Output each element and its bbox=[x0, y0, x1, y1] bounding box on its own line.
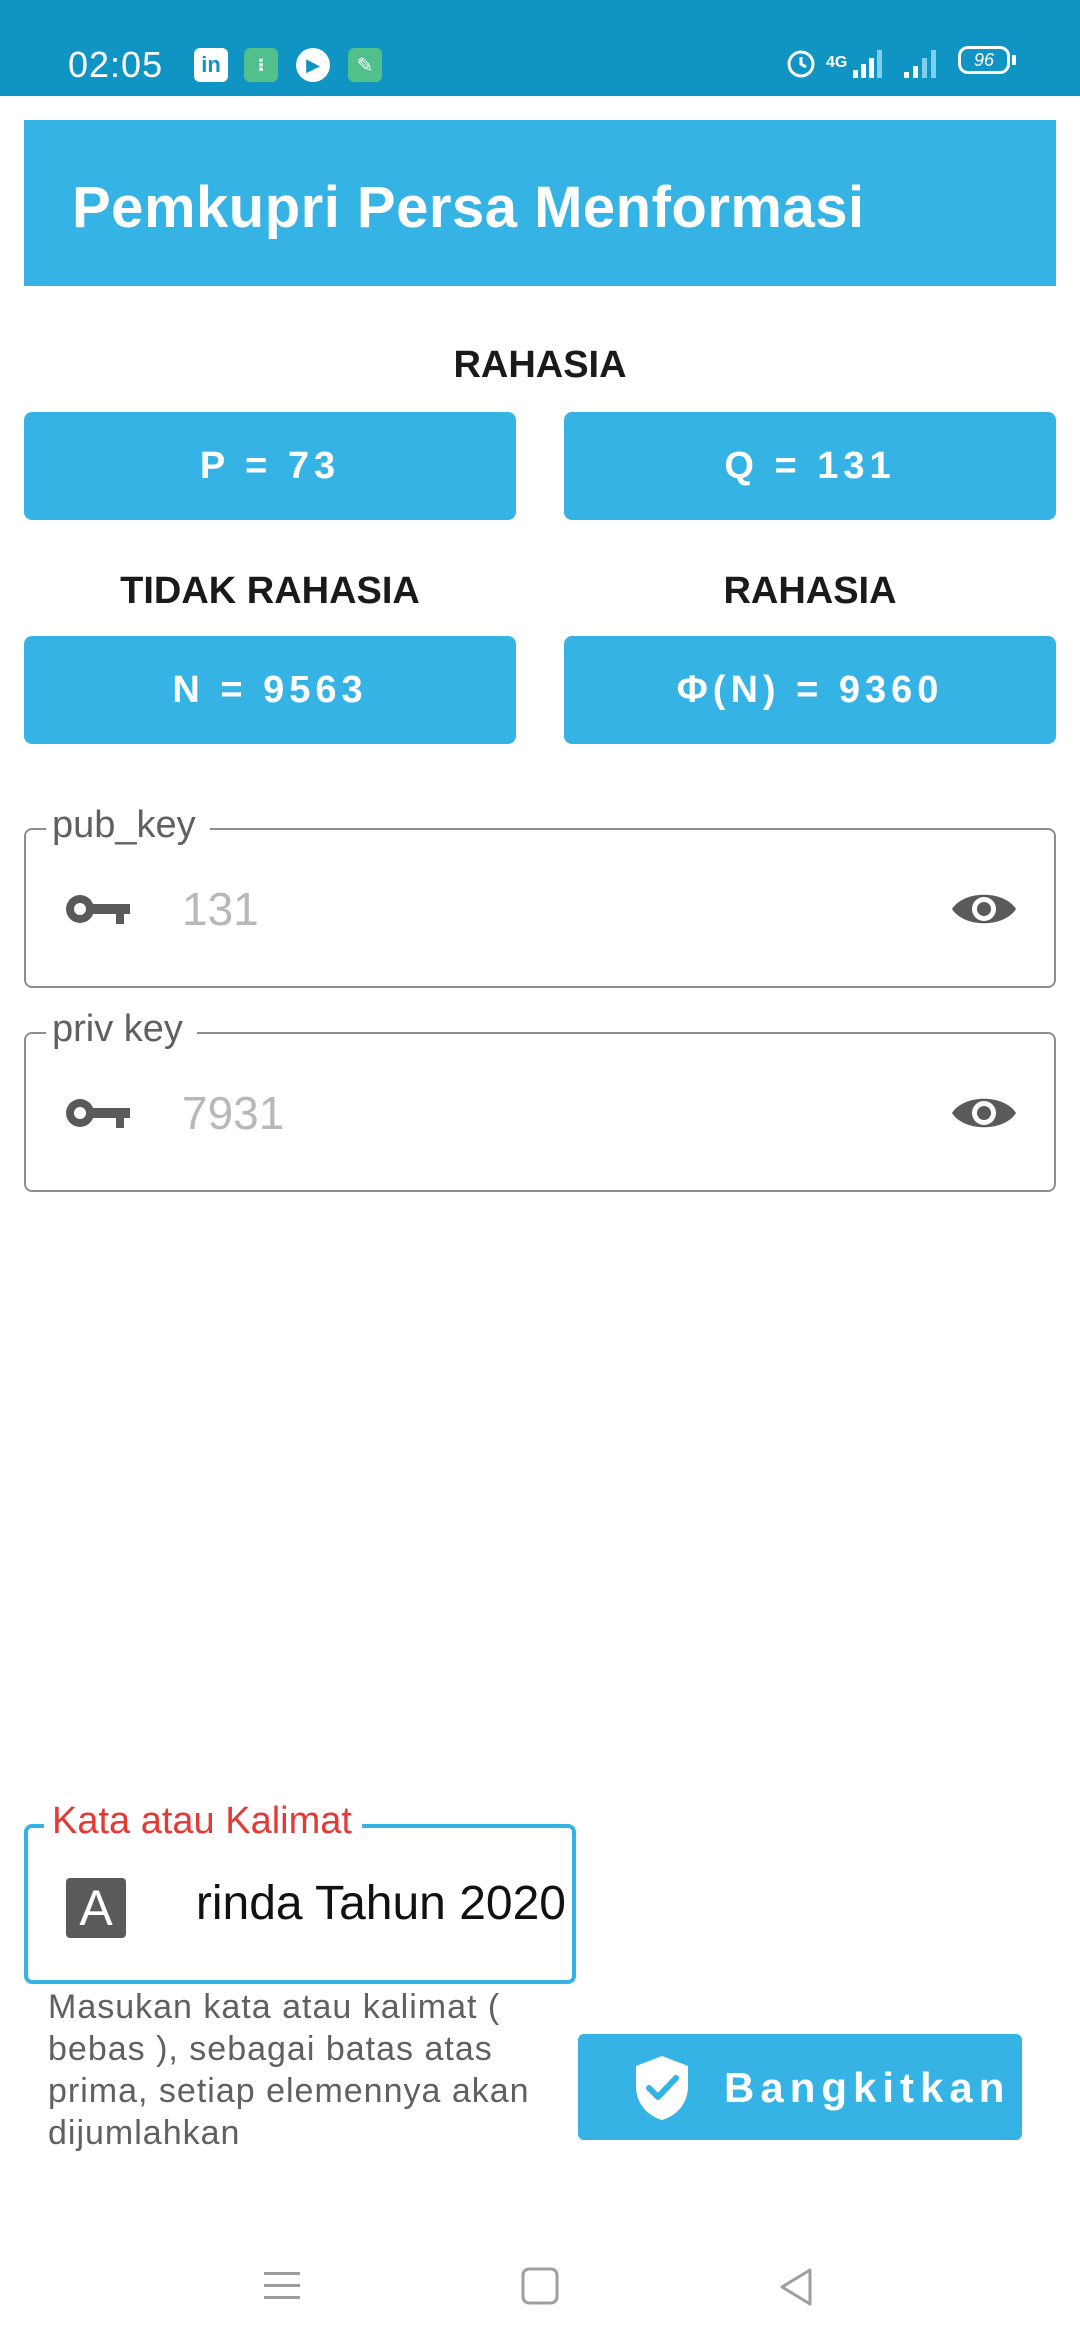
battery-icon: 96 bbox=[958, 46, 1016, 74]
system-nav-bar bbox=[0, 2220, 1080, 2340]
helper-text: Masukan kata atau kalimat ( bebas ), seb… bbox=[48, 1988, 530, 2152]
app-bar: Pemkupri Persa Menformasi bbox=[24, 120, 1056, 286]
app-title: Pemkupri Persa Menformasi bbox=[72, 175, 865, 240]
generate-button-label: Bangkitkan bbox=[724, 2064, 1011, 2111]
network-type: 4G bbox=[826, 54, 848, 71]
key-icon bbox=[62, 1088, 134, 1143]
status-time: 02:05 bbox=[68, 44, 164, 85]
calculator-app-icon: ⁝ bbox=[244, 48, 278, 82]
visibility-toggle-icon[interactable] bbox=[950, 1088, 1018, 1143]
chat-app-icon: ✎ bbox=[348, 48, 382, 82]
not-secret-label: TIDAK RAHASIA bbox=[120, 570, 420, 612]
play-icon: ▶ bbox=[296, 48, 330, 82]
q-value-button[interactable]: Q = 131 bbox=[564, 412, 1056, 520]
battery-level: 96 bbox=[958, 46, 1010, 74]
signal-4g-icon: 4G bbox=[826, 46, 889, 80]
alarm-icon bbox=[784, 46, 818, 80]
text-format-icon: A bbox=[66, 1878, 126, 1938]
visibility-toggle-icon[interactable] bbox=[950, 884, 1018, 939]
secret-label-top: RAHASIA bbox=[453, 344, 627, 386]
status-bar: 02:05 in ⁝ ▶ ✎ 4G 96 bbox=[0, 0, 1080, 96]
sentence-input[interactable]: rinda Tahun 2020 bbox=[166, 1876, 566, 1938]
key-icon bbox=[62, 884, 134, 939]
menu-nav-icon[interactable] bbox=[262, 2268, 302, 2309]
priv-key-field[interactable]: priv key 7931 bbox=[24, 1008, 1056, 1192]
priv-key-input[interactable]: 7931 bbox=[182, 1086, 284, 1140]
secret-label-right: RAHASIA bbox=[723, 570, 897, 612]
signal-icon bbox=[900, 46, 944, 80]
back-nav-icon[interactable] bbox=[776, 2266, 816, 2313]
pub-key-input[interactable]: 131 bbox=[182, 882, 259, 936]
priv-key-label: priv key bbox=[46, 1008, 197, 1051]
n-value-button[interactable]: N = 9563 bbox=[24, 636, 516, 744]
phi-value-button[interactable]: Φ(N) = 9360 bbox=[564, 636, 1056, 744]
sentence-input-field[interactable]: Kata atau Kalimat A rinda Tahun 2020 bbox=[24, 1800, 576, 1984]
home-nav-icon[interactable] bbox=[520, 2266, 560, 2311]
pub-key-label: pub_key bbox=[46, 804, 210, 847]
p-value-button[interactable]: P = 73 bbox=[24, 412, 516, 520]
linkedin-icon: in bbox=[194, 48, 228, 82]
generate-button[interactable]: Bangkitkan bbox=[578, 2034, 1022, 2140]
pub-key-field[interactable]: pub_key 131 bbox=[24, 804, 1056, 988]
sentence-input-label: Kata atau Kalimat bbox=[44, 1800, 362, 1843]
verified-shield-icon bbox=[632, 2054, 692, 2127]
